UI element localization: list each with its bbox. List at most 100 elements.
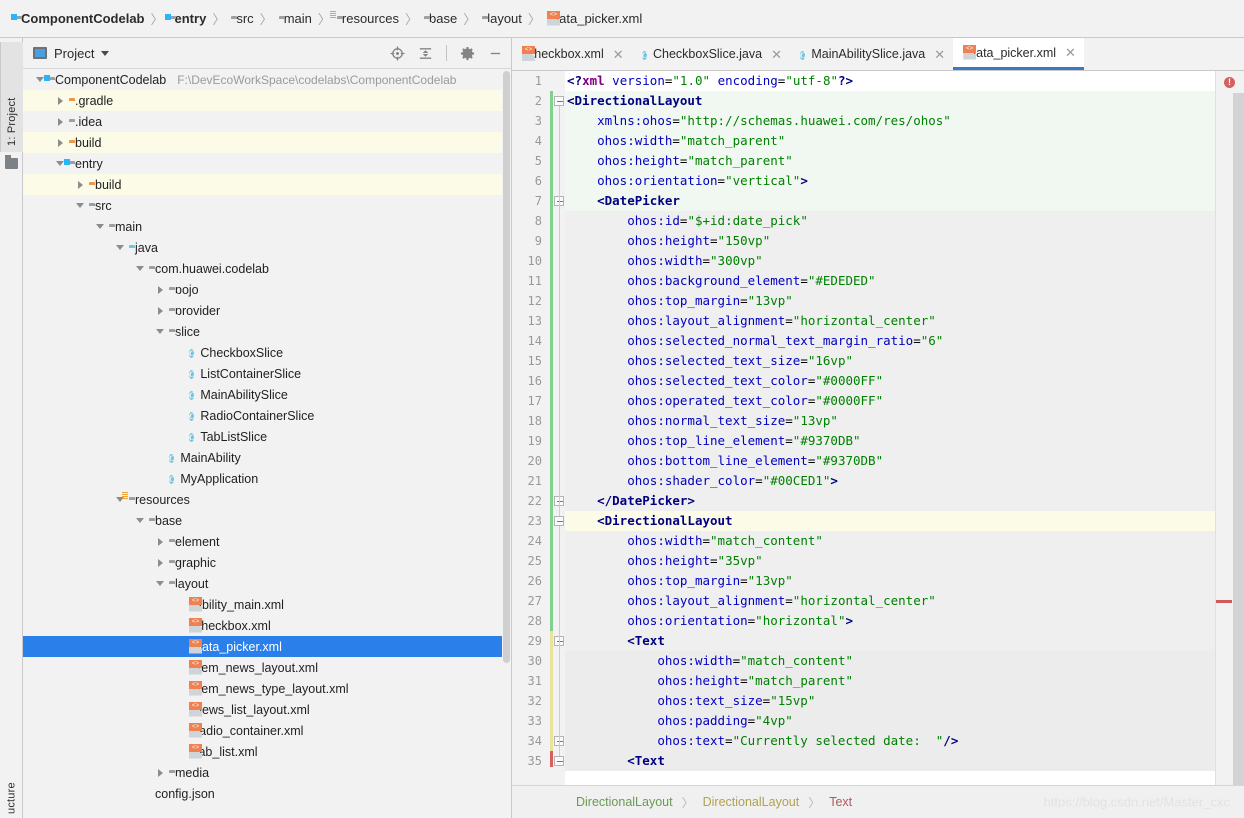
error-stripe-mark[interactable]: [1216, 600, 1232, 603]
breadcrumb-item-resources[interactable]: resources: [329, 10, 401, 26]
chevron-right-icon[interactable]: [155, 557, 166, 568]
tree-item-provider[interactable]: provider: [23, 300, 511, 321]
structure-breadcrumb-item[interactable]: DirectionalLayout: [701, 795, 802, 809]
chevron-right-icon[interactable]: [55, 137, 66, 148]
chevron-right-icon[interactable]: [55, 95, 66, 106]
tree-item-listcontainerslice[interactable]: C ListContainerSlice: [23, 363, 511, 384]
tree-item-element[interactable]: element: [23, 531, 511, 552]
tool-window-tab-project[interactable]: 1: Project: [0, 42, 23, 152]
tree-item-mainabilityslice[interactable]: C MainAbilitySlice: [23, 384, 511, 405]
fold-toggle-icon[interactable]: [554, 96, 564, 106]
code-editor[interactable]: 1 2 3 4 5 6 7 8 9 10 11 12 13 14 15 16 17 18 19 20 21 22 23 24 2…: [512, 71, 1244, 785]
project-tree-scrollbar[interactable]: [502, 69, 511, 818]
tree-item-java[interactable]: java: [23, 237, 511, 258]
tree-item-mainability[interactable]: C MainAbility: [23, 447, 511, 468]
tree-item-layout[interactable]: layout: [23, 573, 511, 594]
tree-item-config-json[interactable]: config.json: [23, 783, 511, 804]
tree-item-base[interactable]: base: [23, 510, 511, 531]
tree-item-tab-list-xml[interactable]: tab_list.xml: [23, 741, 511, 762]
tree-item-src[interactable]: src: [23, 195, 511, 216]
code-line: ohos:layout_alignment="horizontal_center…: [627, 313, 936, 328]
chevron-down-icon[interactable]: [155, 578, 166, 589]
structure-breadcrumb-item[interactable]: DirectionalLayout: [574, 795, 675, 809]
tree-item-data-picker-xml[interactable]: data_picker.xml: [23, 636, 511, 657]
tree-item-radio-container-xml[interactable]: radio_container.xml: [23, 720, 511, 741]
breadcrumb-item-src[interactable]: src: [229, 11, 255, 26]
chevron-down-icon[interactable]: [115, 242, 126, 253]
tree-item-item-news-type-layout-xml[interactable]: item_news_type_layout.xml: [23, 678, 511, 699]
close-icon[interactable]: ✕: [934, 48, 945, 61]
chevron-down-icon[interactable]: [101, 50, 110, 56]
chevron-down-icon[interactable]: [95, 221, 106, 232]
breadcrumb-item-componentcodelab[interactable]: ComponentCodelab: [11, 11, 147, 26]
tree-item-item-news-layout-xml[interactable]: item_news_layout.xml: [23, 657, 511, 678]
close-icon[interactable]: ✕: [613, 48, 624, 61]
tree-item-myapplication[interactable]: C MyApplication: [23, 468, 511, 489]
editor-tab-checkboxslice-java[interactable]: C CheckboxSlice.java ✕: [632, 38, 790, 70]
error-status-icon[interactable]: !: [1224, 77, 1235, 88]
java-class-icon: C: [799, 50, 806, 60]
code-text-area[interactable]: <?xml version="1.0" encoding="utf-8"?> <D…: [565, 71, 1215, 785]
tree-item-entry[interactable]: entry: [23, 153, 511, 174]
tree-item-label: src: [95, 198, 112, 213]
tree-item-build[interactable]: build: [23, 174, 511, 195]
close-icon[interactable]: ✕: [1065, 46, 1076, 59]
editor-tab-mainabilityslice-java[interactable]: C MainAbilitySlice.java ✕: [790, 38, 953, 70]
tree-item-ability-main-xml[interactable]: ability_main.xml: [23, 594, 511, 615]
chevron-right-icon[interactable]: [55, 116, 66, 127]
tree-item-media[interactable]: media: [23, 762, 511, 783]
minimize-icon[interactable]: [488, 46, 503, 61]
line-number: 34: [527, 734, 542, 748]
chevron-down-icon[interactable]: [155, 326, 166, 337]
tree-item-slice[interactable]: slice: [23, 321, 511, 342]
tree-item-build[interactable]: build: [23, 132, 511, 153]
tree-item--gradle[interactable]: .gradle: [23, 90, 511, 111]
chevron-right-icon[interactable]: [155, 284, 166, 295]
breadcrumb-item-base[interactable]: base: [422, 11, 459, 26]
tree-item-componentcodelab[interactable]: ComponentCodelab F:\DevEcoWorkSpace\codel…: [23, 69, 511, 90]
gear-icon[interactable]: [460, 46, 475, 61]
toolbar-divider: [446, 45, 447, 61]
fold-guide-line: [559, 646, 560, 756]
editor-tab-checkbox-xml[interactable]: checkbox.xml ✕: [512, 38, 632, 70]
breadcrumb-item-main[interactable]: main: [277, 11, 314, 26]
chevron-right-icon[interactable]: [155, 767, 166, 778]
fold-toggle-icon[interactable]: [554, 516, 564, 526]
tree-item-pojo[interactable]: pojo: [23, 279, 511, 300]
code-folding-column[interactable]: [553, 71, 565, 785]
locate-icon[interactable]: [390, 45, 405, 61]
tree-item-tablistslice[interactable]: C TabListSlice: [23, 426, 511, 447]
tree-item-graphic[interactable]: graphic: [23, 552, 511, 573]
tree-item-resources[interactable]: resources: [23, 489, 511, 510]
editor-right-gutter[interactable]: !: [1215, 71, 1244, 785]
editor-tab-data-picker-xml[interactable]: data_picker.xml ✕: [953, 38, 1084, 70]
structure-breadcrumb-item[interactable]: Text: [827, 795, 854, 809]
chevron-down-icon[interactable]: [75, 200, 86, 211]
collapse-all-icon[interactable]: [418, 46, 433, 61]
tree-item-com-huawei-codelab[interactable]: com.huawei.codelab: [23, 258, 511, 279]
tree-item-checkbox-xml[interactable]: checkbox.xml: [23, 615, 511, 636]
project-tree-scrollbar-thumb[interactable]: [503, 71, 510, 663]
tree-item--idea[interactable]: .idea: [23, 111, 511, 132]
tree-item-news-list-layout-xml[interactable]: news_list_layout.xml: [23, 699, 511, 720]
chevron-down-icon[interactable]: [135, 515, 146, 526]
chevron-right-icon[interactable]: [155, 536, 166, 547]
breadcrumb-item-entry[interactable]: entry: [164, 11, 209, 26]
tree-item-main[interactable]: main: [23, 216, 511, 237]
project-tree[interactable]: ComponentCodelab F:\DevEcoWorkSpace\codel…: [23, 69, 511, 818]
chevron-down-icon[interactable]: [135, 263, 146, 274]
tree-item-checkboxslice[interactable]: C CheckboxSlice: [23, 342, 511, 363]
chevron-right-icon[interactable]: [75, 179, 86, 190]
chevron-right-icon[interactable]: [155, 305, 166, 316]
editor-vertical-scrollbar[interactable]: [1233, 93, 1244, 785]
fold-toggle-icon[interactable]: [554, 756, 564, 766]
project-view-selector[interactable]: Project: [33, 46, 110, 61]
breadcrumb-item-layout[interactable]: layout: [480, 11, 524, 26]
tool-window-tab-structure[interactable]: ucture: [0, 742, 23, 818]
close-icon[interactable]: ✕: [771, 48, 782, 61]
tree-item-radiocontainerslice[interactable]: C RadioContainerSlice: [23, 405, 511, 426]
code-line: ohos:width="300vp": [627, 253, 763, 268]
breadcrumb-item-data-picker-xml[interactable]: data_picker.xml: [545, 11, 644, 26]
code-line: <?xml version="1.0" encoding="utf-8"?>: [567, 73, 854, 88]
